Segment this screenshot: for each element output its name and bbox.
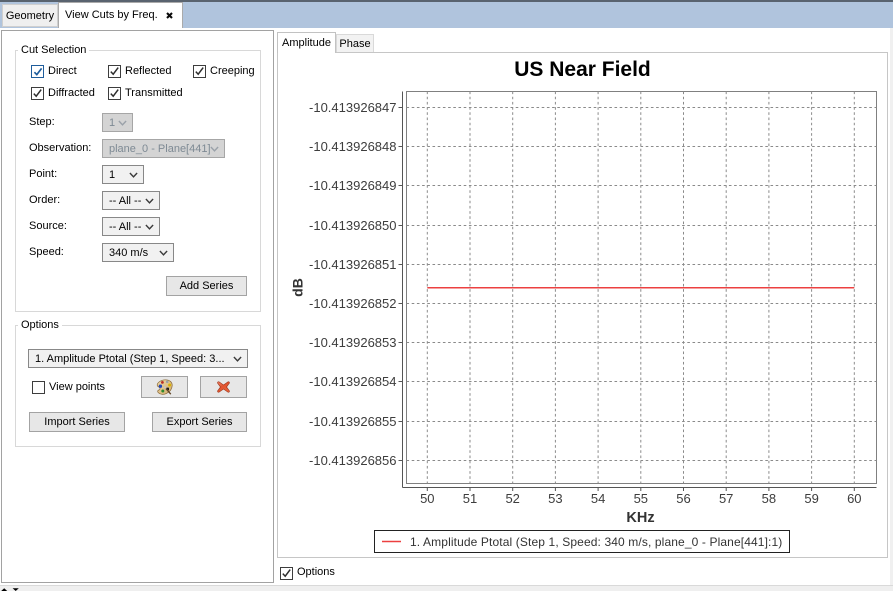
svg-text:60: 60: [847, 491, 861, 506]
svg-text:-10.413926850: -10.413926850: [309, 218, 396, 233]
svg-text:-10.413926847: -10.413926847: [309, 100, 396, 115]
svg-text:57: 57: [719, 491, 733, 506]
svg-text:53: 53: [548, 491, 562, 506]
svg-text:55: 55: [634, 491, 648, 506]
svg-text:-10.413926854: -10.413926854: [309, 374, 396, 389]
svg-text:-10.413926852: -10.413926852: [309, 296, 396, 311]
svg-text:-10.413926856: -10.413926856: [309, 453, 396, 468]
svg-text:-10.413926851: -10.413926851: [309, 257, 396, 272]
svg-text:-10.413926853: -10.413926853: [309, 335, 396, 350]
svg-text:-10.413926849: -10.413926849: [309, 178, 396, 193]
svg-text:-10.413926848: -10.413926848: [309, 139, 396, 154]
svg-text:54: 54: [591, 491, 605, 506]
svg-text:58: 58: [762, 491, 776, 506]
svg-text:dB: dB: [290, 278, 306, 297]
svg-text:US Near Field: US Near Field: [514, 58, 651, 81]
svg-text:56: 56: [676, 491, 690, 506]
svg-text:52: 52: [505, 491, 519, 506]
svg-text:-10.413926855: -10.413926855: [309, 414, 396, 429]
svg-text:51: 51: [463, 491, 477, 506]
svg-text:KHz: KHz: [626, 510, 654, 526]
svg-text:1. Amplitude Ptotal (Step 1, S: 1. Amplitude Ptotal (Step 1, Speed: 340 …: [410, 535, 782, 549]
svg-text:59: 59: [804, 491, 818, 506]
svg-text:50: 50: [420, 491, 434, 506]
